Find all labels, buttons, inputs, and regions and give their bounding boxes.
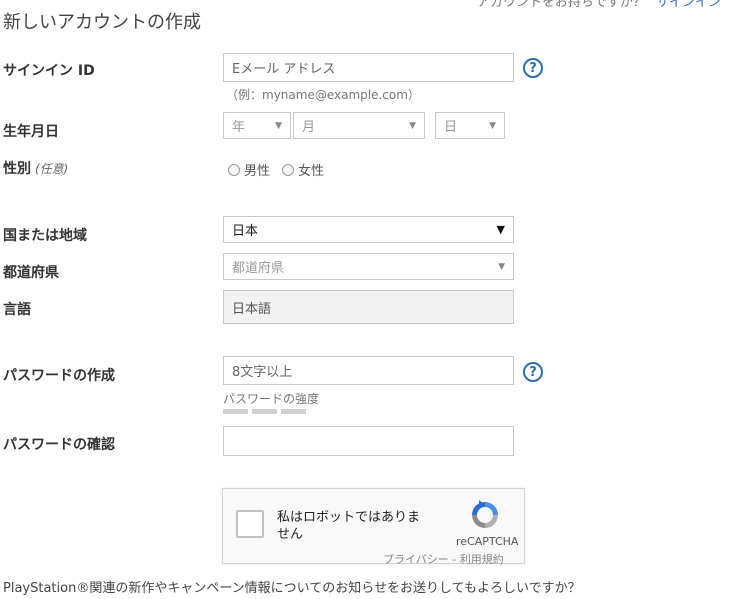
chevron-down-icon: ▼ (409, 120, 416, 131)
gender-label-text: 性別 (3, 161, 31, 177)
password-confirm-field[interactable] (223, 426, 514, 456)
gender-option-label: 女性 (298, 164, 325, 179)
password-confirm-label: パスワードの確認 (3, 437, 115, 453)
password-strength-meter (223, 409, 310, 414)
radio-icon[interactable] (282, 163, 295, 176)
birth-day-value: 日 (444, 120, 458, 135)
chevron-down-icon: ▼ (489, 120, 496, 131)
prefecture-placeholder: 都道府県 (232, 261, 285, 276)
help-icon[interactable]: ? (523, 58, 543, 78)
recaptcha-checkbox[interactable] (236, 510, 264, 538)
gender-option-label: 男性 (244, 164, 271, 179)
password-label: パスワードの作成 (3, 368, 115, 384)
recaptcha-widget: 私はロボットではありません reCAPTCHA プライバシー - 利用規約 (222, 488, 525, 567)
signin-prompt: アカウントをお持ちですか？ サインイン (477, 0, 721, 10)
birth-month-value: 月 (302, 120, 316, 135)
email-field[interactable]: Eメール アドレス (223, 53, 514, 82)
optional-tag: (任意) (35, 162, 69, 176)
language-label: 言語 (3, 302, 31, 318)
chevron-down-icon: ▼ (498, 261, 505, 272)
password-field[interactable]: 8文字以上 (223, 356, 514, 385)
email-placeholder: Eメール アドレス (232, 62, 336, 77)
birth-month-select[interactable]: 月 ▼ (293, 112, 425, 139)
birth-day-select[interactable]: 日 ▼ (435, 112, 505, 139)
page-title: 新しいアカウントの作成 (3, 12, 201, 33)
country-select[interactable]: 日本 ▼ (223, 216, 514, 243)
strength-segment (281, 409, 306, 414)
chevron-down-icon: ▼ (275, 120, 282, 131)
country-label: 国または地域 (3, 228, 87, 244)
password-placeholder: 8文字以上 (232, 365, 293, 380)
gender-radio-group: 男性 女性 (228, 160, 336, 179)
strength-segment (223, 409, 248, 414)
recaptcha-brand: reCAPTCHA (456, 535, 519, 548)
signin-id-label: サインイン ID (3, 63, 95, 79)
birth-year-select[interactable]: 年 ▼ (223, 112, 291, 139)
language-field: 日本語 (223, 290, 514, 324)
recaptcha-logo-icon (472, 500, 498, 528)
birthdate-label: 生年月日 (3, 124, 59, 140)
newsletter-question: PlayStation®関連の新作やキャンペーン情報についてのお知らせをお送りし… (3, 581, 581, 596)
radio-icon[interactable] (228, 163, 240, 176)
strength-segment (252, 409, 277, 414)
prefecture-label: 都道府県 (3, 265, 59, 281)
language-value: 日本語 (232, 301, 272, 317)
signin-link[interactable]: サインイン (656, 0, 721, 10)
gender-label: 性別 (任意) (3, 158, 68, 178)
account-question: アカウントをお持ちですか？ (476, 0, 646, 10)
recaptcha-text: 私はロボットではありません (277, 510, 421, 542)
email-example-hint: （例：myname@example.com） (226, 88, 420, 102)
birth-year-value: 年 (232, 120, 246, 135)
recaptcha-links[interactable]: プライバシー - 利用規約 (383, 551, 504, 567)
country-value: 日本 (232, 224, 259, 239)
prefecture-select[interactable]: 都道府県 ▼ (223, 253, 514, 280)
gender-option-male[interactable]: 男性 (228, 160, 270, 179)
chevron-down-icon: ▼ (496, 223, 505, 236)
gender-option-female[interactable]: 女性 (282, 160, 324, 179)
help-icon[interactable]: ? (523, 362, 543, 382)
password-strength-label: パスワードの強度 (223, 392, 320, 406)
